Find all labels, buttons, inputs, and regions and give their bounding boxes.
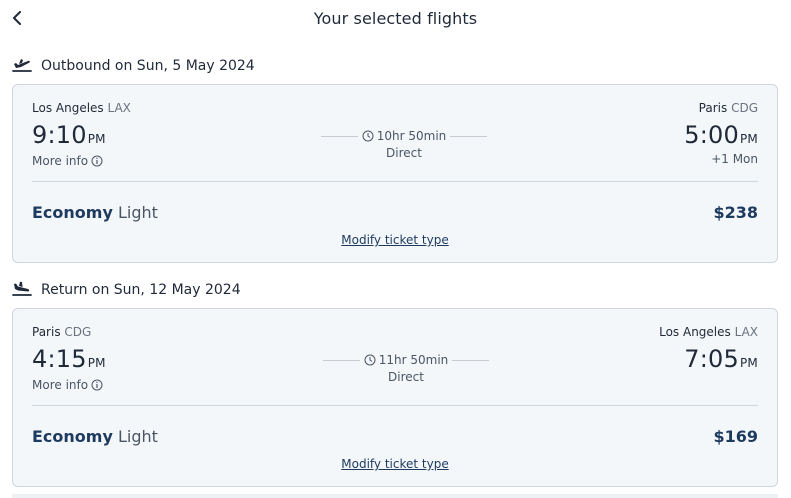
duration-text: 11hr 50min <box>378 353 449 367</box>
arrival-city: Paris <box>698 101 728 115</box>
page-header: Your selected flights <box>0 0 791 38</box>
more-info-link[interactable]: More info <box>32 154 103 168</box>
more-info-label: More info <box>32 378 89 392</box>
arrival-code: LAX <box>734 325 758 339</box>
departure-time-value: 4:15 <box>32 345 87 373</box>
arrival-time-value: 7:05 <box>684 345 739 373</box>
stops-text: Direct <box>386 146 422 160</box>
departure-ampm: PM <box>87 356 106 370</box>
duration-line-right <box>452 359 489 361</box>
arrival-time-value: 5:00 <box>684 121 739 149</box>
fare-price: $169 <box>713 427 758 446</box>
info-circle-icon <box>91 155 103 167</box>
departure-city: Los Angeles <box>32 101 104 115</box>
next-card-edge <box>12 494 778 498</box>
fare-info: Economy Light <box>32 203 158 222</box>
return-section-text: Return on Sun, 12 May 2024 <box>41 282 241 298</box>
clock-icon <box>364 354 376 366</box>
fare-price: $238 <box>713 203 758 222</box>
arrival-airport: Paris CDG <box>699 101 758 115</box>
arrival-ampm: PM <box>740 132 758 146</box>
arrival-ampm: PM <box>740 356 758 370</box>
fare-class: Economy <box>32 427 113 446</box>
page-title: Your selected flights <box>313 9 478 28</box>
outbound-section-text: Outbound on Sun, 5 May 2024 <box>41 58 255 74</box>
clock-icon <box>362 130 374 142</box>
flight-duration: 10hr 50min Direct <box>321 128 487 168</box>
card-divider <box>32 181 758 182</box>
return-section-label: Return on Sun, 12 May 2024 <box>12 279 241 301</box>
fare-class: Economy <box>32 203 113 222</box>
info-circle-icon <box>91 379 103 391</box>
arrival-time: 7:05PM <box>684 345 758 373</box>
stops-text: Direct <box>388 370 424 384</box>
flight-duration: 11hr 50min Direct <box>323 352 489 392</box>
more-info-link[interactable]: More info <box>32 378 103 392</box>
arrival-city: Los Angeles <box>659 325 731 339</box>
outbound-flight-card: Los Angeles LAX Paris CDG 9:10PM 5:00PM … <box>12 84 778 263</box>
duration-line-right <box>450 135 487 137</box>
plane-arrival-icon <box>12 279 34 301</box>
fare-type: Light <box>117 203 158 222</box>
arrival-day-offset: +1 Mon <box>711 152 758 166</box>
departure-time: 9:10PM <box>32 121 106 149</box>
more-info-label: More info <box>32 154 89 168</box>
modify-ticket-type-link[interactable]: Modify ticket type <box>13 457 777 471</box>
departure-airport: Los Angeles LAX <box>32 101 131 115</box>
departure-city: Paris <box>32 325 61 339</box>
return-flight-card: Paris CDG Los Angeles LAX 4:15PM 7:05PM … <box>12 308 778 487</box>
duration-line-left <box>321 135 358 137</box>
modify-ticket-type-link[interactable]: Modify ticket type <box>13 233 777 247</box>
departure-airport: Paris CDG <box>32 325 91 339</box>
arrival-time: 5:00PM <box>684 121 758 149</box>
duration-line-left <box>323 359 360 361</box>
arrival-airport: Los Angeles LAX <box>659 325 758 339</box>
departure-ampm: PM <box>87 132 106 146</box>
fare-type: Light <box>117 427 158 446</box>
duration-text: 10hr 50min <box>376 129 447 143</box>
departure-code: CDG <box>64 325 92 339</box>
departure-time-value: 9:10 <box>32 121 87 149</box>
fare-info: Economy Light <box>32 427 158 446</box>
arrival-code: CDG <box>731 101 758 115</box>
plane-departure-icon <box>12 55 34 77</box>
departure-time: 4:15PM <box>32 345 106 373</box>
outbound-section-label: Outbound on Sun, 5 May 2024 <box>12 55 255 77</box>
card-divider <box>32 405 758 406</box>
departure-code: LAX <box>107 101 131 115</box>
